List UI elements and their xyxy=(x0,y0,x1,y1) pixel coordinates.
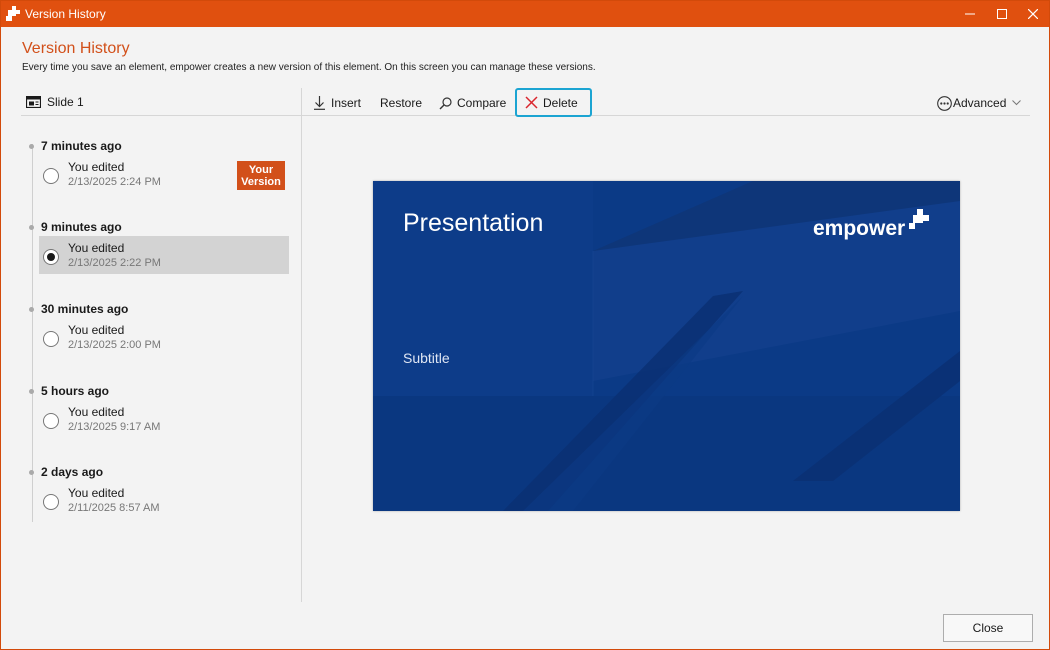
close-icon xyxy=(1028,9,1038,19)
timeline-dot xyxy=(29,225,34,230)
version-entry[interactable]: You edited 2/13/2025 2:24 PM Your Version xyxy=(39,155,289,193)
slide-icon xyxy=(26,96,41,108)
delete-button[interactable]: Delete xyxy=(515,88,592,117)
close-window-button[interactable] xyxy=(1016,1,1050,27)
slide-preview: Presentation Subtitle empower xyxy=(373,181,960,511)
more-icon xyxy=(937,95,952,111)
group-time-label: 7 minutes ago xyxy=(41,139,122,153)
version-entry[interactable]: You edited 2/11/2025 8:57 AM xyxy=(39,481,289,519)
version-radio-selected[interactable] xyxy=(43,249,59,265)
version-radio[interactable] xyxy=(43,168,59,184)
maximize-button[interactable] xyxy=(985,1,1019,27)
version-radio[interactable] xyxy=(43,494,59,510)
version-author: You edited xyxy=(68,405,125,419)
version-author: You edited xyxy=(68,486,125,500)
version-date: 2/13/2025 2:00 PM xyxy=(68,339,161,351)
version-author: You edited xyxy=(68,323,125,337)
chevron-down-icon xyxy=(1012,100,1022,106)
version-entry-selected[interactable]: You edited 2/13/2025 2:22 PM xyxy=(39,236,289,274)
slide-header: Slide 1 xyxy=(21,88,301,116)
timeline-dot xyxy=(29,470,34,475)
timeline-dot xyxy=(29,144,34,149)
insert-arrow-icon xyxy=(314,96,325,110)
preview-title: Presentation xyxy=(403,209,544,237)
version-entry[interactable]: You edited 2/13/2025 2:00 PM xyxy=(39,318,289,356)
toolbar: Insert Restore Compare Delete Advanced xyxy=(302,88,1030,117)
search-icon xyxy=(439,96,452,109)
version-date: 2/13/2025 2:22 PM xyxy=(68,257,161,269)
version-date: 2/11/2025 8:57 AM xyxy=(68,502,160,514)
page-title: Version History xyxy=(22,40,130,57)
insert-button[interactable]: Insert xyxy=(313,92,361,114)
timeline-line xyxy=(32,144,33,522)
advanced-label: Advanced xyxy=(953,96,1007,110)
version-radio[interactable] xyxy=(43,413,59,429)
group-time-label: 2 days ago xyxy=(41,465,104,479)
page-description: Every time you save an element, empower … xyxy=(22,62,596,73)
delete-x-icon xyxy=(525,96,538,109)
version-date: 2/13/2025 9:17 AM xyxy=(68,421,161,433)
group-time-label: 9 minutes ago xyxy=(41,220,122,234)
panel-divider xyxy=(301,88,302,602)
version-history-window: Version History Version History Every ti… xyxy=(0,0,1050,650)
timeline-dot xyxy=(29,307,34,312)
timeline-dot xyxy=(29,389,34,394)
version-date: 2/13/2025 2:24 PM xyxy=(68,176,161,188)
maximize-icon xyxy=(997,9,1007,19)
minimize-button[interactable] xyxy=(953,1,987,27)
your-version-badge: Your Version xyxy=(237,161,285,190)
restore-label: Restore xyxy=(380,96,423,110)
advanced-dropdown[interactable]: Advanced xyxy=(937,92,1026,114)
version-entry[interactable]: You edited 2/13/2025 9:17 AM xyxy=(39,400,289,438)
close-label: Close xyxy=(972,621,1004,635)
delete-label: Delete xyxy=(543,95,578,110)
group-time-label: 5 hours ago xyxy=(41,384,110,398)
insert-label: Insert xyxy=(331,96,362,110)
close-button[interactable]: Close xyxy=(943,614,1033,642)
title-bar: Version History xyxy=(1,1,1049,27)
restore-button[interactable]: Restore xyxy=(380,92,422,114)
version-author: You edited xyxy=(68,160,125,174)
version-radio[interactable] xyxy=(43,331,59,347)
slide-label: Slide 1 xyxy=(47,95,84,109)
minimize-icon xyxy=(965,13,975,15)
empower-logo-icon xyxy=(909,209,929,229)
preview-subtitle: Subtitle xyxy=(403,350,450,366)
version-author: You edited xyxy=(68,241,125,255)
compare-label: Compare xyxy=(457,96,507,110)
app-logo-icon xyxy=(6,6,20,21)
empower-logo-text: empower xyxy=(813,217,906,240)
window-title: Version History xyxy=(25,7,106,21)
compare-button[interactable]: Compare xyxy=(439,92,506,114)
group-time-label: 30 minutes ago xyxy=(41,302,129,316)
